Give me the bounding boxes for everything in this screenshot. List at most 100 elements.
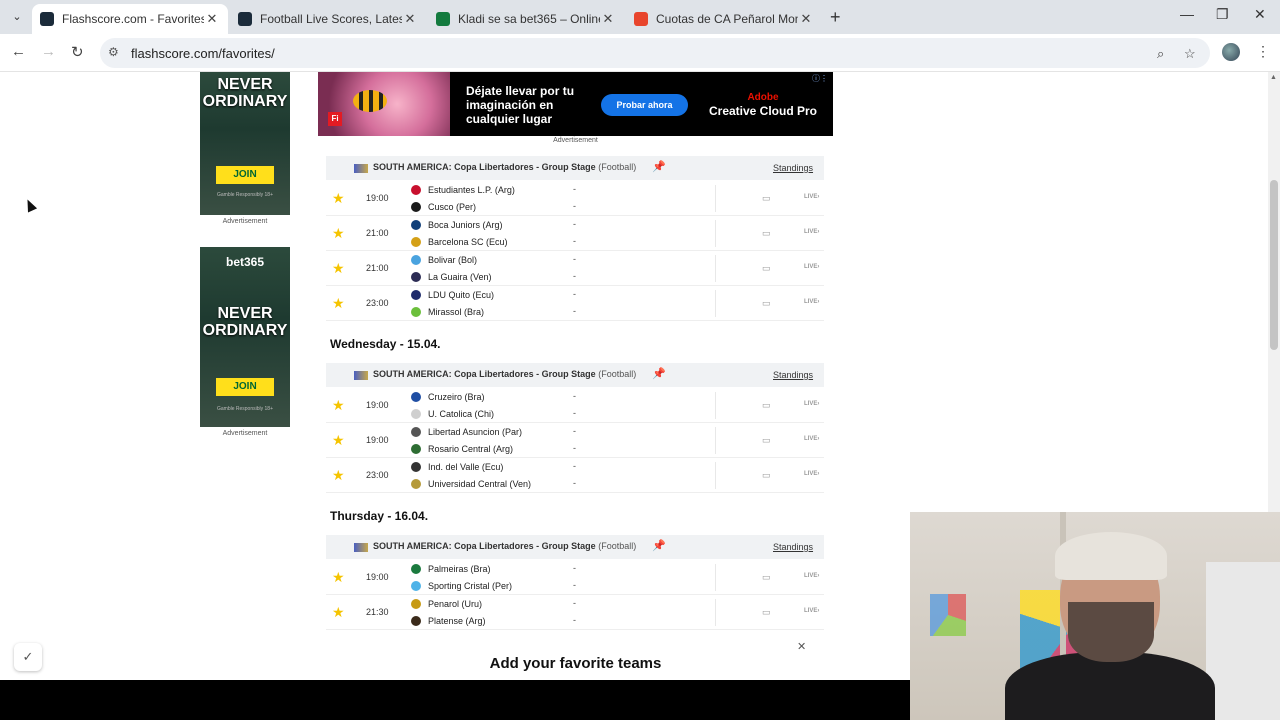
close-window-icon[interactable]: ✕ <box>1254 6 1266 23</box>
tab-close-icon[interactable]: ✕ <box>204 11 220 27</box>
league-header[interactable]: SOUTH AMERICA: Copa Libertadores - Group… <box>326 535 824 559</box>
ad-cta-button[interactable]: Probar ahora <box>601 94 688 116</box>
adchoices-icon[interactable]: ⓘ⋮ <box>812 73 828 84</box>
favorite-star-icon[interactable]: ★ <box>332 569 345 586</box>
match-row[interactable]: ★ 21:00 Boca Juniors (Arg) Barcelona SC (Ec… <box>326 216 824 251</box>
region-flag-icon <box>354 164 368 173</box>
live-label[interactable]: LIVE <box>804 264 817 270</box>
profile-avatar[interactable] <box>1222 43 1240 61</box>
home-team-name: Boca Juniors (Arg) <box>428 220 503 230</box>
tv-icon[interactable]: ▭ <box>762 400 771 411</box>
person-cap <box>1055 532 1167 580</box>
match-time: 23:00 <box>366 298 389 308</box>
tab-close-icon[interactable]: ✕ <box>402 11 418 27</box>
live-label[interactable]: LIVE <box>804 194 817 200</box>
match-row[interactable]: ★ 21:30 Penarol (Uru) Platense (Arg) - - ▭ LIVE… <box>326 595 824 630</box>
restore-icon[interactable]: ❐ <box>1216 6 1229 23</box>
tab-4[interactable]: Cuotas de CA Peñarol Montevid✕ <box>626 4 822 34</box>
scroll-up-icon[interactable]: ▲ <box>1270 74 1277 81</box>
favorite-star-icon[interactable]: ★ <box>332 190 345 207</box>
live-link[interactable]: LIVE› <box>804 194 819 200</box>
live-link[interactable]: LIVE› <box>804 264 819 270</box>
pin-icon[interactable]: 📌 <box>652 160 666 173</box>
match-row[interactable]: ★ 19:00 Palmeiras (Bra) Sporting Cristal (P… <box>326 560 824 595</box>
tv-icon[interactable]: ▭ <box>762 435 771 446</box>
side-ad-1[interactable]: NEVER ORDINARY JOIN Gamble Responsibly 1… <box>200 72 290 215</box>
tv-icon[interactable]: ▭ <box>762 263 771 274</box>
league-title[interactable]: SOUTH AMERICA: Copa Libertadores - Group… <box>373 541 596 551</box>
back-icon[interactable]: ← <box>11 43 26 60</box>
league-title[interactable]: SOUTH AMERICA: Copa Libertadores - Group… <box>373 162 596 172</box>
live-link[interactable]: LIVE› <box>804 229 819 235</box>
league-header[interactable]: SOUTH AMERICA: Copa Libertadores - Group… <box>326 156 824 180</box>
favorite-star-icon[interactable]: ★ <box>332 260 345 277</box>
live-label[interactable]: LIVE <box>804 401 817 407</box>
league-title[interactable]: SOUTH AMERICA: Copa Libertadores - Group… <box>373 369 596 379</box>
reload-icon[interactable]: ↻ <box>71 43 84 61</box>
tv-icon[interactable]: ▭ <box>762 228 771 239</box>
tab-2[interactable]: Football Live Scores, Latest Foo✕ <box>230 4 426 34</box>
match-row[interactable]: ★ 23:00 LDU Quito (Ecu) Mirassol (Bra) - - ▭ LI… <box>326 286 824 321</box>
live-label[interactable]: LIVE <box>804 471 817 477</box>
new-tab-icon[interactable]: + <box>830 7 841 28</box>
tab-search-icon[interactable]: ⌄ <box>8 8 26 26</box>
ad-join-button[interactable]: JOIN <box>216 166 274 184</box>
favorite-star-icon[interactable]: ★ <box>332 295 345 312</box>
tv-icon[interactable]: ▭ <box>762 298 771 309</box>
site-info-icon[interactable]: ⚙ <box>108 45 119 59</box>
top-ad-banner[interactable]: Fi Déjate llevar por tu imaginación en c… <box>318 72 833 136</box>
favorite-star-icon[interactable]: ★ <box>332 432 345 449</box>
scroll-thumb[interactable] <box>1270 180 1278 350</box>
shield-check-icon[interactable]: ✓ <box>14 643 42 671</box>
live-link[interactable]: LIVE› <box>804 299 819 305</box>
live-label[interactable]: LIVE <box>804 608 817 614</box>
standings-link[interactable]: Standings <box>773 163 813 173</box>
forward-icon[interactable]: → <box>41 43 56 60</box>
match-row[interactable]: ★ 19:00 Libertad Asuncion (Par) Rosario Cen… <box>326 423 824 458</box>
tv-icon[interactable]: ▭ <box>762 470 771 481</box>
match-row[interactable]: ★ 23:00 Ind. del Valle (Ecu) Universidad Ce… <box>326 458 824 493</box>
favorite-star-icon[interactable]: ★ <box>332 225 345 242</box>
side-ad-2[interactable]: bet365 NEVER ORDINARY JOIN Gamble Respon… <box>200 247 290 427</box>
live-label[interactable]: LIVE <box>804 573 817 579</box>
address-bar[interactable]: ⚙ flashscore.com/favorites/ ⌕ ☆ <box>100 38 1210 68</box>
standings-link[interactable]: Standings <box>773 542 813 552</box>
tab-1[interactable]: Flashscore.com - Favorites ✕ <box>32 4 228 34</box>
league-name[interactable]: SOUTH AMERICA: Copa Libertadores - Group… <box>373 541 636 551</box>
tv-icon[interactable]: ▭ <box>762 607 771 618</box>
menu-kebab-icon[interactable]: ⋮ <box>1256 43 1270 60</box>
away-team-name: Platense (Arg) <box>428 616 486 626</box>
league-name[interactable]: SOUTH AMERICA: Copa Libertadores - Group… <box>373 369 636 379</box>
match-row[interactable]: ★ 19:00 Estudiantes L.P. (Arg) Cusco (Per) -… <box>326 181 824 216</box>
favorite-star-icon[interactable]: ★ <box>332 604 345 621</box>
pin-icon[interactable]: 📌 <box>652 367 666 380</box>
match-row[interactable]: ★ 21:00 Bolivar (Bol) La Guaira (Ven) - - ▭ LIV… <box>326 251 824 286</box>
league-name[interactable]: SOUTH AMERICA: Copa Libertadores - Group… <box>373 162 636 172</box>
minimize-icon[interactable]: — <box>1180 6 1194 22</box>
tab-close-icon[interactable]: ✕ <box>798 11 814 27</box>
match-row[interactable]: ★ 19:00 Cruzeiro (Bra) U. Catolica (Chi) - - ▭… <box>326 388 824 423</box>
tab-close-icon[interactable]: ✕ <box>600 11 616 27</box>
zoom-icon[interactable]: ⌕ <box>1157 46 1164 62</box>
league-header[interactable]: SOUTH AMERICA: Copa Libertadores - Group… <box>326 363 824 387</box>
live-link[interactable]: LIVE› <box>804 401 819 407</box>
ad-join-button[interactable]: JOIN <box>216 378 274 396</box>
live-label[interactable]: LIVE <box>804 229 817 235</box>
live-link[interactable]: LIVE› <box>804 608 819 614</box>
url-text[interactable]: flashscore.com/favorites/ <box>131 46 275 61</box>
pin-icon[interactable]: 📌 <box>652 539 666 552</box>
favorite-star-icon[interactable]: ★ <box>332 467 345 484</box>
live-label[interactable]: LIVE <box>804 436 817 442</box>
ad-label: Advertisement <box>222 430 268 437</box>
live-link[interactable]: LIVE› <box>804 471 819 477</box>
tv-icon[interactable]: ▭ <box>762 193 771 204</box>
close-icon[interactable]: ✕ <box>797 640 806 653</box>
live-link[interactable]: LIVE› <box>804 573 819 579</box>
favorite-star-icon[interactable]: ★ <box>332 397 345 414</box>
tab-3[interactable]: Kladi se sa bet365 – Online spo✕ <box>428 4 624 34</box>
live-link[interactable]: LIVE› <box>804 436 819 442</box>
tv-icon[interactable]: ▭ <box>762 572 771 583</box>
standings-link[interactable]: Standings <box>773 370 813 380</box>
bookmark-star-icon[interactable]: ☆ <box>1184 46 1196 62</box>
live-label[interactable]: LIVE <box>804 299 817 305</box>
